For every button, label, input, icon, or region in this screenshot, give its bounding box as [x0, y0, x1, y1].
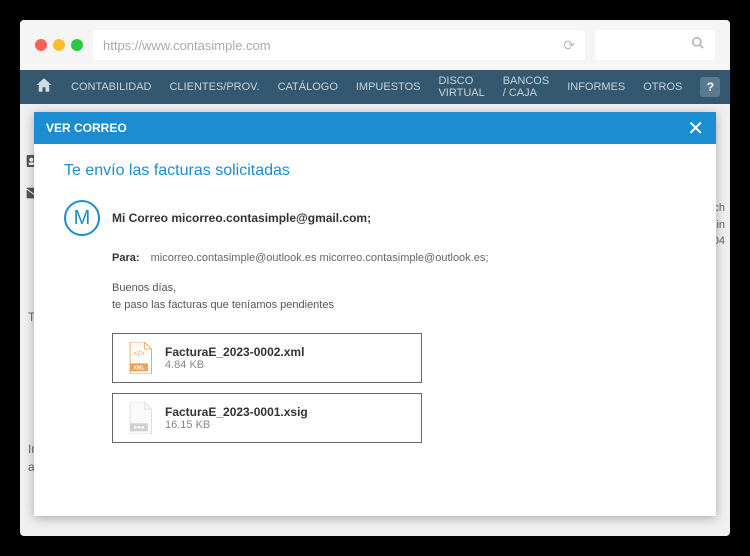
nav-clientes[interactable]: CLIENTES/PROV. [169, 81, 259, 93]
close-icon[interactable]: ✕ [687, 116, 704, 141]
attachment-name: FacturaE_2023-0002.xml [165, 345, 304, 359]
minimize-window-button[interactable] [53, 39, 65, 51]
sender-row: M Mi Correo micorreo.contasimple@gmail.c… [64, 200, 686, 236]
app-frame: https://www.contasimple.com ⟳ CONTABILID… [20, 20, 730, 536]
url-bar[interactable]: https://www.contasimple.com ⟳ [93, 30, 585, 60]
maximize-window-button[interactable] [71, 39, 83, 51]
attachment-item[interactable]: FacturaE_2023-0001.xsig 16.15 KB [112, 393, 422, 443]
main-nav: CONTABILIDAD CLIENTES/PROV. CATÁLOGO IMP… [20, 70, 730, 104]
attachment-size: 16.15 KB [165, 419, 308, 431]
window-controls [35, 39, 83, 51]
attachment-size: 4.84 KB [165, 359, 304, 371]
search-icon [691, 36, 705, 55]
modal-header: VER CORREO ✕ [34, 112, 716, 144]
xsig-file-icon [125, 402, 153, 434]
email-modal: VER CORREO ✕ Te envío las facturas solic… [34, 112, 716, 516]
recipients: Para: micorreo.contasimple@outlook.es mi… [112, 252, 686, 264]
titlebar: https://www.contasimple.com ⟳ [20, 20, 730, 70]
sender-name: Mi Correo micorreo.contasimple@gmail.com… [112, 211, 371, 225]
nav-bancos[interactable]: BANCOS / CAJA [503, 75, 549, 99]
url-text: https://www.contasimple.com [103, 38, 271, 53]
nav-disco[interactable]: DISCO VIRTUAL [438, 75, 484, 99]
modal-title: VER CORREO [46, 121, 127, 135]
email-subject: Te envío las facturas solicitadas [64, 162, 686, 180]
help-badge[interactable]: ? [700, 77, 720, 97]
svg-text:</>: </> [133, 349, 145, 358]
nav-impuestos[interactable]: IMPUESTOS [356, 81, 421, 93]
nav-informes[interactable]: INFORMES [567, 81, 625, 93]
xml-file-icon: </> XML [125, 342, 153, 374]
attachments: </> XML FacturaE_2023-0002.xml 4.84 KB Fa… [112, 333, 686, 443]
home-icon[interactable] [35, 76, 53, 99]
to-label: Para: [112, 252, 140, 264]
sender-avatar: M [64, 200, 100, 236]
attachment-name: FacturaE_2023-0001.xsig [165, 405, 308, 419]
nav-contabilidad[interactable]: CONTABILIDAD [71, 81, 151, 93]
recipient-list: micorreo.contasimple@outlook.es micorreo… [151, 252, 489, 264]
search-box[interactable] [595, 30, 715, 60]
nav-catalogo[interactable]: CATÁLOGO [278, 81, 338, 93]
refresh-icon[interactable]: ⟳ [563, 37, 575, 54]
close-window-button[interactable] [35, 39, 47, 51]
svg-text:XML: XML [133, 366, 145, 372]
email-body: Buenos días, te paso las facturas que te… [112, 280, 686, 313]
attachment-item[interactable]: </> XML FacturaE_2023-0002.xml 4.84 KB [112, 333, 422, 383]
modal-body: Te envío las facturas solicitadas M Mi C… [34, 144, 716, 516]
nav-otros[interactable]: OTROS [643, 81, 682, 93]
